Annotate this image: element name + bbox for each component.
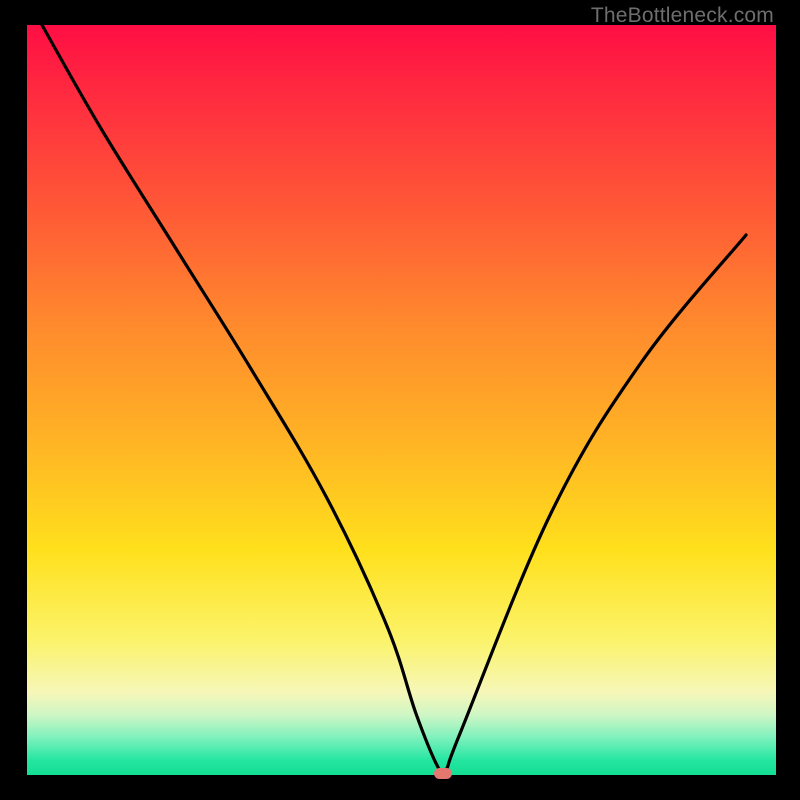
chart-frame: TheBottleneck.com [0, 0, 800, 800]
bottleneck-curve [27, 25, 776, 775]
plot-area [27, 25, 776, 775]
